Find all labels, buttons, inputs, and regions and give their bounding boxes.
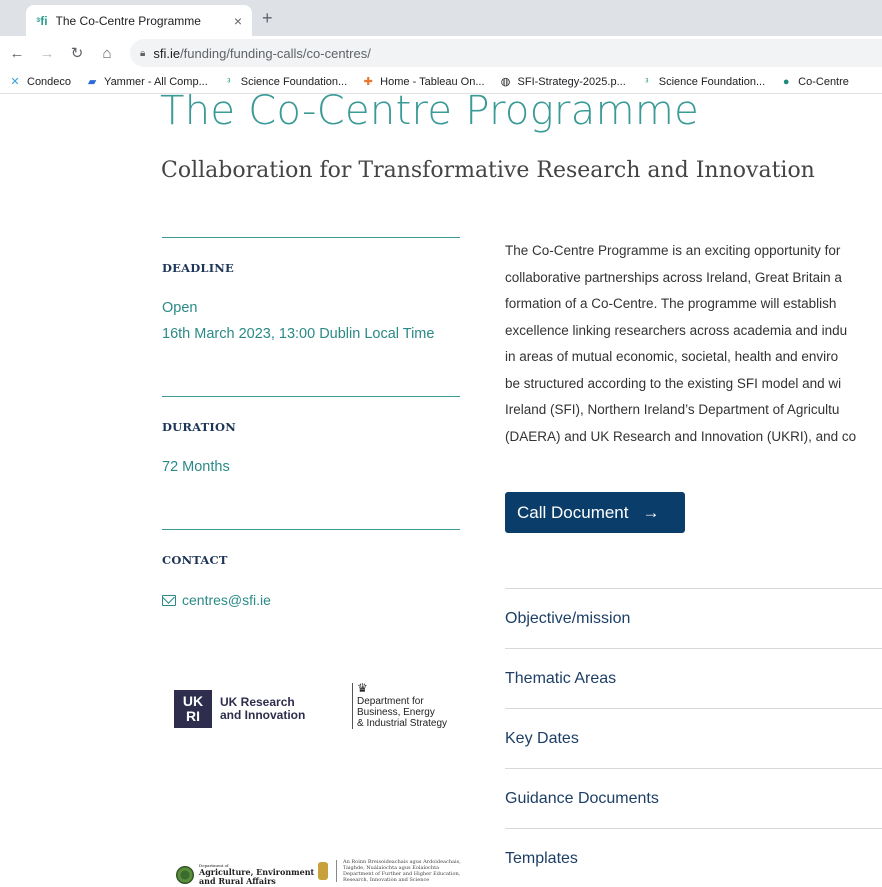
bookmark-label: Condeco [27, 75, 72, 88]
envelope-icon [162, 594, 176, 606]
contact-email: centres@sfi.ie [182, 592, 271, 608]
tableau-icon: ✚ [363, 76, 373, 88]
harp-icon [318, 862, 328, 880]
bookmark-item[interactable]: ✚ Home - Tableau On... [361, 75, 485, 89]
bookmark-label: Yammer - All Comp... [104, 75, 208, 88]
bookmarks-bar: ✕ Condeco ▰ Yammer - All Comp... ᵌ Science Fo… [0, 70, 882, 94]
bookmark-item[interactable]: ᵌ Science Foundation... [640, 75, 765, 89]
reload-icon[interactable]: ↻ [64, 44, 90, 62]
ukri-logo: UK RI UK Research and Innovation [174, 690, 305, 728]
home-icon[interactable]: ⌂ [94, 45, 120, 62]
programme-description: The Co-Centre Programme is an exciting o… [505, 238, 882, 450]
description-line: excellence linking researchers across ac… [505, 322, 848, 338]
description-line: The Co-Centre Programme is an exciting o… [505, 243, 841, 258]
page-content: The Co-Centre Programme Collaboration fo… [0, 94, 882, 887]
beis-line1: Department for [357, 696, 424, 707]
call-document-label: Call Document [517, 502, 629, 522]
bookmark-label: Home - Tableau On... [380, 75, 485, 88]
description-line: be structured according to the existing … [505, 375, 842, 391]
daera-line2: and Rural Affairs [199, 876, 276, 886]
description-line: collaborative partnerships across Irelan… [505, 269, 842, 285]
new-tab-button[interactable]: + [262, 8, 273, 29]
bookmark-item[interactable]: ● Co-Centre [779, 75, 849, 89]
accordion-templates[interactable]: Templates [505, 828, 882, 887]
url-host: sfi.ie [153, 45, 181, 61]
forward-arrow-icon[interactable]: → [34, 45, 60, 62]
beis-logo: ♛ Department for Business, Energy & Indu… [352, 681, 448, 729]
lock-icon: 🔒︎ [140, 47, 146, 59]
accordion-objective-mission[interactable]: Objective/mission [505, 588, 882, 648]
close-tab-icon[interactable]: × [234, 13, 242, 29]
description-line: in areas of mutual economic, societal, h… [505, 349, 839, 364]
deadline-date: 16th March 2023, 13:00 Dublin Local Time [162, 326, 435, 342]
bookmark-label: Science Foundation... [658, 75, 766, 88]
back-arrow-icon[interactable]: ← [4, 45, 30, 62]
co-centre-icon: ● [782, 75, 790, 88]
daera-logo: Department of Agriculture, Environment a… [176, 863, 314, 886]
duration-label: DURATION [162, 420, 236, 434]
contact-divider [162, 529, 460, 530]
bookmark-label: Co-Centre [798, 75, 849, 88]
sfi-favicon-icon: ᵌfi [36, 13, 48, 28]
accordion-key-dates[interactable]: Key Dates [505, 708, 882, 768]
description-line: (DAERA) and UK Research and Innovation (… [505, 428, 857, 444]
dfhe-line4: Research, Innovation and Science [343, 877, 430, 883]
globe-icon: ◍ [500, 76, 511, 88]
ukri-line2: and Innovation [220, 708, 306, 722]
bookmark-item[interactable]: ▰ Yammer - All Comp... [85, 75, 208, 89]
tab-title: The Co-Centre Programme [55, 13, 201, 28]
url-field[interactable]: 🔒︎ sfi.ie/funding/funding-calls/co-centr… [130, 39, 882, 67]
beis-line2: Business, Energy [357, 707, 435, 718]
royal-crest-icon: ♛ [357, 681, 368, 695]
condeco-icon: ✕ [10, 76, 20, 88]
ukri-mark-top: UK [182, 693, 204, 709]
dfhe-logo: An Roinn Breisoideachais agus Ardoideach… [318, 859, 461, 883]
sfi-icon: ᵌ [227, 75, 231, 88]
bookmark-item[interactable]: ✕ Condeco [8, 75, 71, 89]
duration-value: 72 Months [162, 459, 230, 475]
page-title: The Co-Centre Programme [160, 94, 700, 134]
duration-divider [162, 396, 460, 397]
description-line: Ireland (SFI), Northern Ireland’s Depart… [505, 402, 840, 417]
contact-label: CONTACT [162, 553, 228, 567]
bookmark-label: Science Foundation... [240, 75, 348, 88]
yammer-icon: ▰ [87, 76, 97, 88]
deadline-status: Open [162, 300, 198, 316]
bookmark-item[interactable]: ◍ SFI-Strategy-2025.p... [499, 75, 626, 89]
logo-divider [336, 860, 337, 882]
address-bar-row: ← → ↻ ⌂ 🔒︎ sfi.ie/funding/funding-calls/… [0, 36, 882, 70]
contact-email-link[interactable]: centres@sfi.ie [162, 592, 271, 608]
browser-tab-strip: ᵌfi The Co-Centre Programme × + [0, 0, 882, 36]
call-document-button[interactable]: Call Document → [505, 492, 685, 533]
deadline-divider [162, 237, 460, 238]
browser-tab[interactable]: ᵌfi The Co-Centre Programme × [26, 5, 252, 36]
arrow-right-icon: → [642, 502, 660, 522]
beis-line3: & Industrial Strategy [357, 718, 448, 729]
accordion-guidance-documents[interactable]: Guidance Documents [505, 768, 882, 828]
sfi-icon: ᵌ [644, 75, 649, 88]
description-line: formation of a Co-Centre. The programme … [505, 296, 837, 311]
bookmark-item[interactable]: ᵌ Science Foundation... [222, 75, 347, 89]
ukri-mark: UK RI [174, 690, 212, 728]
bookmark-label: SFI-Strategy-2025.p... [517, 75, 626, 88]
ukri-mark-bottom: RI [186, 708, 200, 724]
page-subtitle: Collaboration for Transformative Researc… [161, 158, 815, 183]
url-path: /funding/funding-calls/co-centres/ [180, 45, 371, 61]
flax-flower-icon [176, 865, 194, 884]
deadline-label: DEADLINE [162, 261, 234, 275]
accordion-thematic-areas[interactable]: Thematic Areas [505, 648, 882, 708]
